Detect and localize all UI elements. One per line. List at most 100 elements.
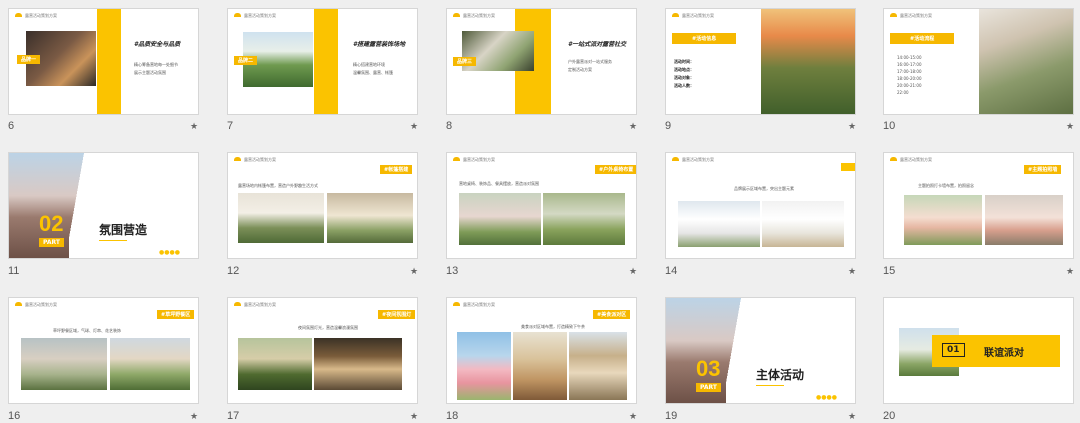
photo: [238, 193, 324, 243]
slide-text: 营地桌椅、装饰品、餐具摆放，营造派对氛围: [459, 181, 539, 186]
slide-thumbnail-6[interactable]: 露营活动策划方案 品牌一 #品质安全与品质 精心筹备营地每一处细节 展示主题活动…: [8, 8, 199, 115]
divider: [756, 385, 784, 386]
slide-thumbnail-14[interactable]: 露营活动策划方案 品牌展示区域布置，突出主题元素: [665, 152, 856, 259]
yellow-corner: [841, 163, 855, 171]
slide-tag: #活动信息: [672, 33, 737, 44]
photo: [457, 332, 511, 400]
slide-thumbnail-9[interactable]: 露营活动策划方案 #活动信息 活动时间： 活动地点： 活动对象： 活动人数：: [665, 8, 856, 115]
logo-icon: [234, 302, 241, 306]
slide-thumbnail-7[interactable]: 露营活动策划方案 品牌二 #搭建露营装饰场地 精心搭建营地环境 温馨氛围、露营、…: [227, 8, 418, 115]
logo-icon: [453, 157, 460, 161]
star-icon[interactable]: ★: [410, 267, 418, 277]
slide-text: 定制活动方案: [568, 67, 592, 72]
slide-tag: 品牌三: [453, 57, 477, 66]
star-icon[interactable]: ★: [410, 122, 418, 132]
star-icon[interactable]: ★: [848, 267, 856, 277]
info-label: 活动时间：: [674, 59, 694, 64]
star-icon[interactable]: ★: [629, 267, 637, 277]
logo-icon: [234, 157, 241, 161]
slide-header: 露营活动策划方案: [463, 13, 495, 18]
part-number: 02: [39, 211, 64, 236]
photo: [543, 193, 625, 245]
slide-thumbnail-15[interactable]: 露营活动策划方案 #主题拍照墙 主题拍照打卡墙布置，拍照留念: [883, 152, 1074, 259]
star-icon[interactable]: ★: [1066, 267, 1074, 277]
photo: [314, 338, 402, 390]
photo: [459, 193, 541, 245]
slide-number: 12: [227, 265, 240, 277]
section-heading: 氛围营造: [99, 223, 148, 237]
photo: [761, 9, 855, 114]
slide-number: 14: [665, 265, 678, 277]
slide-thumbnail-8[interactable]: 露营活动策划方案 品牌三 #一站式派对露营社交 户外露营派对一站式服务 定制活动…: [446, 8, 637, 115]
logo-icon: [234, 13, 241, 17]
info-label: 活动对象：: [674, 75, 694, 80]
star-icon[interactable]: ★: [629, 412, 637, 422]
slide-tag: #美食派对区: [593, 310, 631, 319]
photo: [985, 195, 1063, 245]
slide-text: 展示主题活动氛围: [134, 70, 166, 75]
yellow-panel: [314, 9, 338, 114]
slide-thumbnail-13[interactable]: 露营活动策划方案 #户外桌椅布置 营地桌椅、装饰品、餐具摆放，营造派对氛围: [446, 152, 637, 259]
slide-tag: #帐篷搭建: [380, 165, 413, 174]
section-heading: 主体活动: [756, 368, 805, 382]
yellow-panel: [97, 9, 121, 114]
slide-header: 露营活动策划方案: [900, 13, 932, 18]
slide-tag: #草坪野餐区: [157, 310, 195, 319]
slide-thumbnail-19[interactable]: 03 PART 主体活动 ●●●●: [665, 297, 856, 404]
star-icon[interactable]: ★: [410, 412, 418, 422]
star-icon[interactable]: ★: [848, 122, 856, 132]
logo-icon: [890, 157, 897, 161]
schedule-time: 14:00-15:00: [897, 55, 922, 60]
slide-header: 露营活动策划方案: [25, 302, 57, 307]
logo-icon: [672, 13, 679, 17]
slide-tag: #活动流程: [890, 33, 955, 44]
slide-thumbnail-11[interactable]: 02 PART 氛围营造 ●●●●: [8, 152, 199, 259]
logo-icon: [453, 13, 460, 17]
slide-number: 11: [8, 265, 20, 277]
photo: [678, 201, 760, 247]
star-icon[interactable]: ★: [848, 412, 856, 422]
schedule-time: 22:00: [897, 90, 909, 95]
photo: [904, 195, 982, 245]
part-number: 03: [696, 356, 721, 381]
schedule-time: 17:00-18:00: [897, 69, 922, 74]
slide-header: 露营活动策划方案: [25, 13, 57, 18]
slide-header: 露营活动策划方案: [244, 302, 276, 307]
photo: [513, 332, 567, 400]
slide-text: 品牌展示区域布置，突出主题元素: [734, 186, 794, 191]
slide-text: 美食派对区域布置，打造精致下午茶: [521, 324, 585, 329]
logo-icon: [672, 157, 679, 161]
slide-thumbnail-10[interactable]: 露营活动策划方案 #活动流程 14:00-15:00 16:00-17:00 1…: [883, 8, 1074, 115]
slide-header: 露营活动策划方案: [682, 13, 714, 18]
slide-text: 精心搭建营地环境: [353, 62, 385, 67]
star-icon[interactable]: ★: [190, 122, 198, 132]
photo: [762, 201, 844, 247]
slide-number: 7: [227, 120, 234, 132]
slide-thumbnail-17[interactable]: 露营活动策划方案 #夜间氛围灯 夜间氛围灯光，营造温馨浪漫氛围: [227, 297, 418, 404]
slide-thumbnail-12[interactable]: 露营活动策划方案 #帐篷搭建 露营场地内帐篷布置，营造户外野趣生活方式: [227, 152, 418, 259]
slide-number: 18: [446, 410, 459, 422]
logo-icon: [453, 302, 460, 306]
star-icon[interactable]: ★: [190, 412, 198, 422]
star-icon[interactable]: ★: [1066, 122, 1074, 132]
star-icon[interactable]: ★: [629, 122, 637, 132]
photo: [238, 338, 312, 390]
slide-thumbnail-16[interactable]: 露营活动策划方案 #草坪野餐区 草坪野餐区域，气球、灯串、花艺装饰: [8, 297, 199, 404]
slide-title: #一站式派对露营社交: [568, 41, 627, 48]
photo: [110, 338, 190, 390]
slide-text: 露营场地内帐篷布置，营造户外野趣生活方式: [238, 183, 318, 188]
slide-text: 草坪野餐区域，气球、灯串、花艺装饰: [53, 328, 121, 333]
photo: [979, 9, 1073, 114]
slide-number: 20: [883, 410, 896, 422]
slide-number: 9: [665, 120, 672, 132]
photo: [21, 338, 107, 390]
divider: [99, 240, 127, 241]
dots: ●●●●: [816, 394, 837, 401]
info-label: 活动地点：: [674, 67, 694, 72]
slide-thumbnail-18[interactable]: 露营活动策划方案 #美食派对区 美食派对区域布置，打造精致下午茶: [446, 297, 637, 404]
slide-header: 露营活动策划方案: [900, 157, 932, 162]
slide-number: 15: [883, 265, 896, 277]
slide-tag: #夜间氛围灯: [378, 310, 416, 319]
slide-number: 16: [8, 410, 21, 422]
slide-thumbnail-20[interactable]: 01 联谊派对: [883, 297, 1074, 404]
